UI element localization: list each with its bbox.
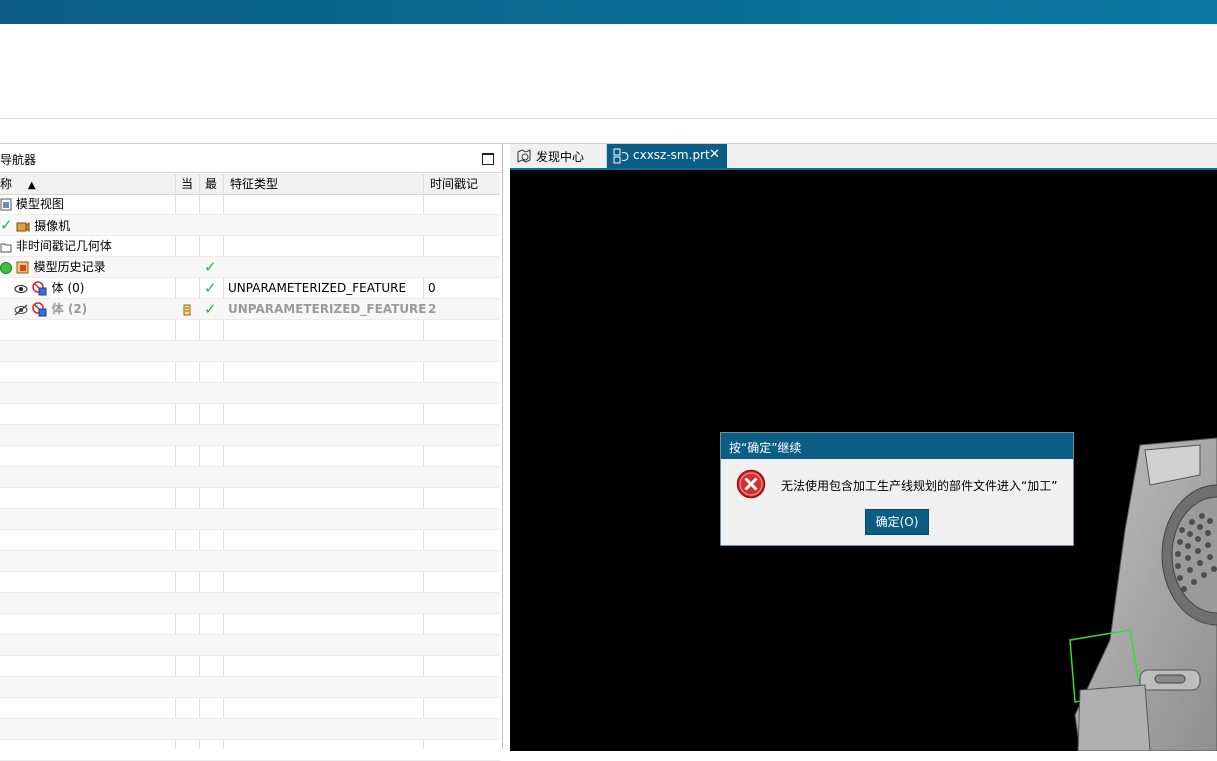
- empty-row: [0, 467, 500, 488]
- navigator-rows: 模型视图 ✓ 摄像机 非时间戳记几何体 模型历史记录 ✓ 体 (0) ✓ UNP…: [0, 194, 500, 761]
- empty-row: [0, 656, 500, 677]
- sort-up-icon: ▲: [27, 180, 36, 191]
- tree-row-model-history[interactable]: 模型历史记录 ✓: [0, 257, 500, 278]
- tree-row-model-views[interactable]: 模型视图: [0, 194, 500, 215]
- part-file-icon: [613, 148, 629, 164]
- close-tab-icon[interactable]: ✕: [709, 147, 720, 162]
- feature-type-cell: UNPARAMETERIZED_FEATURE: [228, 281, 407, 295]
- body-icon: [32, 301, 47, 316]
- camera-icon: [16, 222, 30, 232]
- tab-label: cxxsz-sm.prt: [633, 148, 710, 162]
- error-dialog: 按“确定”继续 无法使用包含加工生产线规划的部件文件进入“加工” 确定(O): [720, 432, 1074, 546]
- history-icon: [16, 261, 29, 274]
- part-navigator: 导航器 称 ▲ 当 最 特征类型 时间戳记 模型视图 ✓ 摄像机 非时间戳记几何…: [0, 144, 503, 761]
- feature-type-cell: UNPARAMETERIZED_FEATURE: [228, 302, 427, 316]
- green-status-icon: [0, 261, 12, 274]
- empty-row: [0, 740, 500, 761]
- timestamp-cell: 2: [428, 302, 437, 316]
- empty-row: [0, 614, 500, 635]
- latest-check-icon: ✓: [204, 300, 217, 318]
- tree-row-body-0[interactable]: 体 (0) ✓ UNPARAMETERIZED_FEATURE 0: [0, 278, 500, 299]
- navigator-title: 导航器: [0, 153, 37, 167]
- navigator-title-bar: 导航器: [0, 144, 502, 173]
- empty-row: [0, 530, 500, 551]
- model-views-icon: [0, 198, 12, 211]
- check-icon: ✓: [0, 216, 13, 234]
- empty-row: [0, 593, 500, 614]
- column-timestamp[interactable]: 时间戳记: [430, 174, 478, 194]
- tree-row-camera[interactable]: ✓ 摄像机: [0, 215, 500, 236]
- empty-row: [0, 404, 500, 425]
- ok-button[interactable]: 确定(O): [865, 509, 929, 535]
- tree-row-label: 体 (2): [51, 302, 88, 316]
- dialog-message: 无法使用包含加工生产线规划的部件文件进入“加工”: [781, 479, 1058, 493]
- empty-row: [0, 551, 500, 572]
- dialog-title-bar[interactable]: 按“确定”继续: [721, 433, 1073, 459]
- tree-row-non-timestamp-geometry[interactable]: 非时间戳记几何体: [0, 236, 500, 257]
- title-bar: [0, 0, 1217, 24]
- tab-label: 发现中心: [536, 150, 585, 164]
- tab-discovery-center[interactable]: 发现中心: [510, 144, 607, 168]
- empty-row: [0, 509, 500, 530]
- command-strip: [0, 119, 1217, 144]
- body-icon: [32, 280, 47, 295]
- timestamp-cell: 0: [428, 281, 436, 295]
- empty-row: [0, 677, 500, 698]
- tree-row-label: 模型视图: [15, 197, 64, 211]
- dialog-title: 按“确定”继续: [729, 441, 802, 455]
- navigator-header: 称 ▲ 当 最 特征类型 时间戳记: [0, 174, 500, 195]
- visible-eye-icon[interactable]: [14, 283, 28, 295]
- column-latest[interactable]: 最: [205, 174, 217, 194]
- empty-row: [0, 719, 500, 740]
- current-marker-icon: [183, 299, 191, 319]
- empty-row: [0, 446, 500, 467]
- tree-row-body-2[interactable]: 体 (2) ✓ UNPARAMETERIZED_FEATURE 2: [0, 299, 500, 320]
- column-feature-type[interactable]: 特征类型: [230, 174, 278, 194]
- document-tab-bar: 发现中心 cxxsz-sm.prt ✕: [510, 144, 1217, 168]
- error-icon: [736, 469, 766, 499]
- column-name[interactable]: 称 ▲: [0, 174, 36, 194]
- latest-check-icon: ✓: [204, 279, 217, 297]
- maximize-icon[interactable]: [482, 153, 494, 165]
- empty-row: [0, 488, 500, 509]
- column-current[interactable]: 当: [181, 174, 193, 194]
- empty-row: [0, 341, 500, 362]
- hidden-eye-icon[interactable]: [14, 304, 28, 316]
- discovery-center-icon: [517, 149, 531, 163]
- tree-row-label: 模型历史记录: [33, 260, 106, 274]
- empty-row: [0, 425, 500, 446]
- tab-part-file[interactable]: cxxsz-sm.prt ✕: [607, 144, 727, 168]
- empty-row: [0, 572, 500, 593]
- tree-row-label: 非时间戳记几何体: [15, 239, 112, 253]
- empty-row: [0, 698, 500, 719]
- empty-row: [0, 383, 500, 404]
- empty-row: [0, 635, 500, 656]
- tree-row-label: 摄像机: [34, 219, 71, 233]
- ribbon-area: [0, 24, 1217, 119]
- tree-row-label: 体 (0): [51, 281, 85, 295]
- empty-row: [0, 320, 500, 341]
- latest-check-icon: ✓: [204, 258, 217, 276]
- empty-row: [0, 362, 500, 383]
- folder-icon: [0, 243, 12, 252]
